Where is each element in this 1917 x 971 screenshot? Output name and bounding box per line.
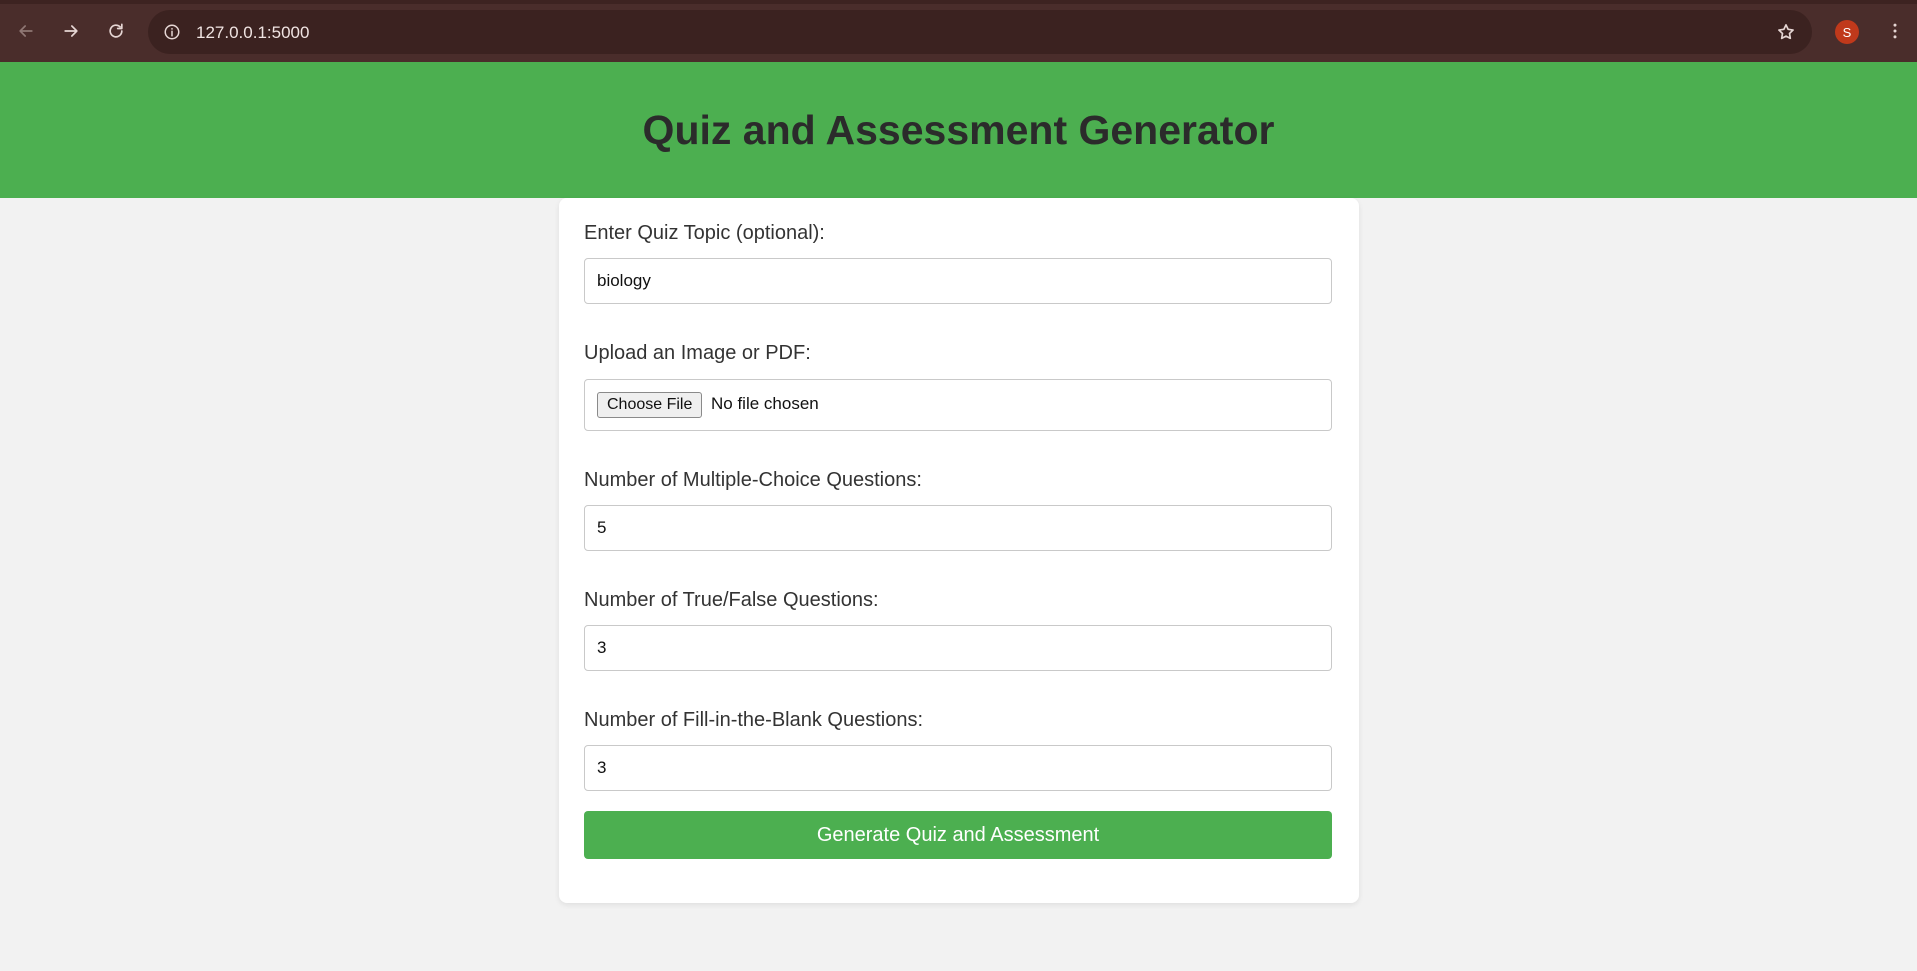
generate-quiz-button[interactable]: Generate Quiz and Assessment bbox=[584, 811, 1332, 859]
fill-blank-label: Number of Fill-in-the-Blank Questions: bbox=[584, 709, 924, 731]
true-false-label: Number of True/False Questions: bbox=[584, 589, 879, 611]
reload-icon bbox=[109, 23, 123, 38]
tab-strip bbox=[0, 0, 1917, 4]
topic-input[interactable] bbox=[584, 258, 1332, 304]
mcq-count-input[interactable] bbox=[584, 505, 1332, 551]
forward-button[interactable] bbox=[56, 16, 86, 46]
true-false-count-input[interactable] bbox=[584, 625, 1332, 671]
info-icon bbox=[164, 24, 180, 40]
back-arrow-icon bbox=[19, 25, 33, 37]
back-button[interactable] bbox=[11, 16, 41, 46]
file-upload-field[interactable]: Choose File No file chosen bbox=[584, 379, 1332, 431]
site-info-button[interactable] bbox=[158, 18, 186, 46]
forward-arrow-icon bbox=[64, 25, 78, 37]
fill-blank-count-input[interactable] bbox=[584, 745, 1332, 791]
mcq-label: Number of Multiple-Choice Questions: bbox=[584, 469, 922, 491]
url-text[interactable]: 127.0.0.1:5000 bbox=[196, 23, 309, 43]
page-header: Quiz and Assessment Generator bbox=[0, 62, 1917, 198]
page-title: Quiz and Assessment Generator bbox=[642, 106, 1275, 153]
topic-label: Enter Quiz Topic (optional): bbox=[584, 222, 825, 244]
upload-label: Upload an Image or PDF: bbox=[584, 342, 811, 364]
kebab-menu-icon bbox=[1893, 23, 1897, 39]
reload-button[interactable] bbox=[101, 16, 131, 46]
bookmark-button[interactable] bbox=[1772, 18, 1800, 46]
choose-file-button[interactable]: Choose File bbox=[597, 392, 703, 418]
profile-avatar[interactable]: S bbox=[1835, 20, 1859, 44]
profile-initial: S bbox=[1842, 24, 1852, 40]
file-status-text: No file chosen bbox=[711, 394, 819, 413]
browser-menu-button[interactable] bbox=[1880, 16, 1910, 46]
address-bar[interactable]: 127.0.0.1:5000 bbox=[148, 10, 1812, 54]
browser-toolbar: 127.0.0.1:5000 S bbox=[0, 0, 1917, 62]
quiz-form-card: Enter Quiz Topic (optional): Upload an I… bbox=[559, 198, 1359, 903]
star-icon bbox=[1778, 24, 1794, 40]
